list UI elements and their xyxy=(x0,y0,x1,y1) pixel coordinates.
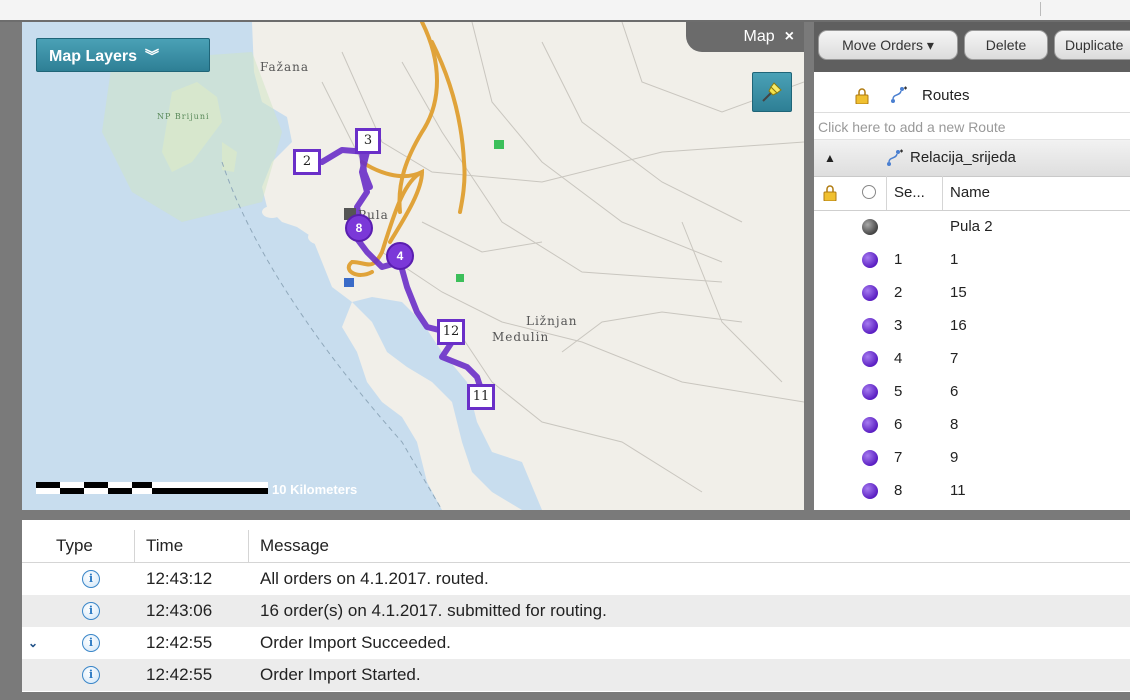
order-status-icon xyxy=(862,417,878,433)
sequence-column-header[interactable]: Se... xyxy=(894,176,925,210)
lock-icon[interactable] xyxy=(822,185,838,201)
stop-sequence: 2 xyxy=(894,284,903,301)
scale-label: 10 Kilometers xyxy=(272,482,358,497)
scale-bar xyxy=(36,482,268,494)
log-message: Order Import Succeeded. xyxy=(260,633,451,652)
duplicate-button[interactable]: Duplicate xyxy=(1054,30,1130,60)
log-row[interactable]: i 12:43:06 16 order(s) on 4.1.2017. subm… xyxy=(22,595,1130,627)
stop-name: 1 xyxy=(950,251,959,268)
routes-panel: Move Orders ▾ Delete Duplicate Routes Cl… xyxy=(814,22,1130,510)
routes-header-label: Routes xyxy=(922,87,970,104)
name-column-header[interactable]: Name xyxy=(950,176,990,210)
stop-row[interactable]: 6 8 xyxy=(814,408,1130,441)
log-message: 16 order(s) on 4.1.2017. submitted for r… xyxy=(260,601,607,620)
place-label-fazana: Fažana xyxy=(260,60,310,74)
order-status-icon xyxy=(862,252,878,268)
order-status-icon xyxy=(862,318,878,334)
type-column-header[interactable]: Type xyxy=(56,530,93,562)
delete-button[interactable]: Delete xyxy=(964,30,1048,60)
route-name: Relacija_srijeda xyxy=(910,149,1016,166)
move-orders-button[interactable]: Move Orders ▾ xyxy=(818,30,958,60)
stop-sequence: 1 xyxy=(894,251,903,268)
stop-row[interactable]: Pula 2 xyxy=(814,210,1130,243)
map-tab[interactable]: Map × xyxy=(686,22,804,52)
order-status-icon xyxy=(862,285,878,301)
map-view[interactable]: Fažana NP Brijuni Pula Ližnjan Medulin 2… xyxy=(22,22,804,510)
info-icon: i xyxy=(82,570,100,588)
stop-name: 16 xyxy=(950,317,967,334)
status-circle-icon xyxy=(862,185,876,199)
stop-row[interactable]: 1 1 xyxy=(814,243,1130,276)
routes-toolbar: Move Orders ▾ Delete Duplicate xyxy=(814,22,1130,72)
log-message: All orders on 4.1.2017. routed. xyxy=(260,569,489,588)
place-label-np-brijuni: NP Brijuni xyxy=(157,112,210,121)
route-icon xyxy=(891,86,907,103)
stop-sequence: 5 xyxy=(894,383,903,400)
log-time: 12:42:55 xyxy=(146,633,213,652)
log-header: Type Time Message xyxy=(22,530,1130,563)
log-row[interactable]: i 12:43:12 All orders on 4.1.2017. route… xyxy=(22,563,1130,595)
log-message: Order Import Started. xyxy=(260,665,421,684)
pushpin-icon xyxy=(762,82,782,102)
route-group-row[interactable]: ▲ Relacija_srijeda xyxy=(814,140,1130,177)
place-label-liznjan: Ližnjan xyxy=(526,314,578,328)
log-row[interactable]: ⌄ i 12:42:55 Order Import Succeeded. xyxy=(22,627,1130,659)
stop-name: 8 xyxy=(950,416,959,433)
pin-button[interactable] xyxy=(752,72,792,112)
stop-row[interactable]: 8 11 xyxy=(814,474,1130,507)
place-label-medulin: Medulin xyxy=(492,330,550,344)
depot-status-icon xyxy=(862,219,878,235)
route-icon xyxy=(887,149,903,166)
stop-row[interactable]: 2 15 xyxy=(814,276,1130,309)
stop-sequence: 7 xyxy=(894,449,903,466)
log-time: 12:42:55 xyxy=(146,665,213,684)
stop-name: 15 xyxy=(950,284,967,301)
info-icon: i xyxy=(82,666,100,684)
info-icon: i xyxy=(82,602,100,620)
map-layers-label: Map Layers xyxy=(49,48,138,65)
stop-name: 6 xyxy=(950,383,959,400)
routes-header: Routes xyxy=(814,80,1130,113)
message-log: Type Time Message i 12:43:12 All orders … xyxy=(22,520,1130,692)
stop-sequence: 6 xyxy=(894,416,903,433)
time-column-header[interactable]: Time xyxy=(146,530,183,562)
order-status-icon xyxy=(862,384,878,400)
map-basemap xyxy=(102,22,804,510)
map-stop-cluster[interactable]: 4 xyxy=(386,242,414,270)
map-stop-marker[interactable]: 3 xyxy=(355,128,381,154)
stops-header: Se... Name xyxy=(814,176,1130,211)
stop-sequence: 4 xyxy=(894,350,903,367)
stop-name: 9 xyxy=(950,449,959,466)
order-status-icon xyxy=(862,351,878,367)
map-stop-marker[interactable]: 12 xyxy=(437,319,465,345)
message-column-header[interactable]: Message xyxy=(260,530,329,562)
map-stop-cluster[interactable]: 8 xyxy=(345,214,373,242)
stop-sequence: 3 xyxy=(894,317,903,334)
stop-row[interactable]: 4 7 xyxy=(814,342,1130,375)
stop-row[interactable]: 5 6 xyxy=(814,375,1130,408)
log-time: 12:43:06 xyxy=(146,601,213,620)
log-row[interactable]: i 12:42:55 Order Import Started. xyxy=(22,659,1130,691)
map-stop-marker[interactable]: 2 xyxy=(293,149,321,175)
map-layers-button[interactable]: Map Layers ︾ xyxy=(36,38,210,72)
stop-name: 11 xyxy=(950,482,966,499)
top-frame xyxy=(0,0,1130,22)
stop-name: Pula 2 xyxy=(950,218,993,235)
lock-icon[interactable] xyxy=(854,88,870,104)
order-status-icon xyxy=(862,483,878,499)
close-icon[interactable]: × xyxy=(785,28,794,45)
map-tab-label: Map xyxy=(743,28,775,45)
chevron-up-icon[interactable]: ▲ xyxy=(824,140,836,176)
map-stop-marker[interactable]: 11 xyxy=(467,384,495,410)
stop-sequence: 8 xyxy=(894,482,903,499)
stop-row[interactable]: 3 16 xyxy=(814,309,1130,342)
chevron-down-icon[interactable]: ⌄ xyxy=(28,627,38,659)
order-status-icon xyxy=(862,450,878,466)
double-chevron-down-icon: ︾ xyxy=(145,48,160,64)
info-icon: i xyxy=(82,634,100,652)
stop-name: 7 xyxy=(950,350,959,367)
log-time: 12:43:12 xyxy=(146,569,213,588)
add-route-input[interactable]: Click here to add a new Route xyxy=(814,114,1130,140)
stop-row[interactable]: 7 9 xyxy=(814,441,1130,474)
